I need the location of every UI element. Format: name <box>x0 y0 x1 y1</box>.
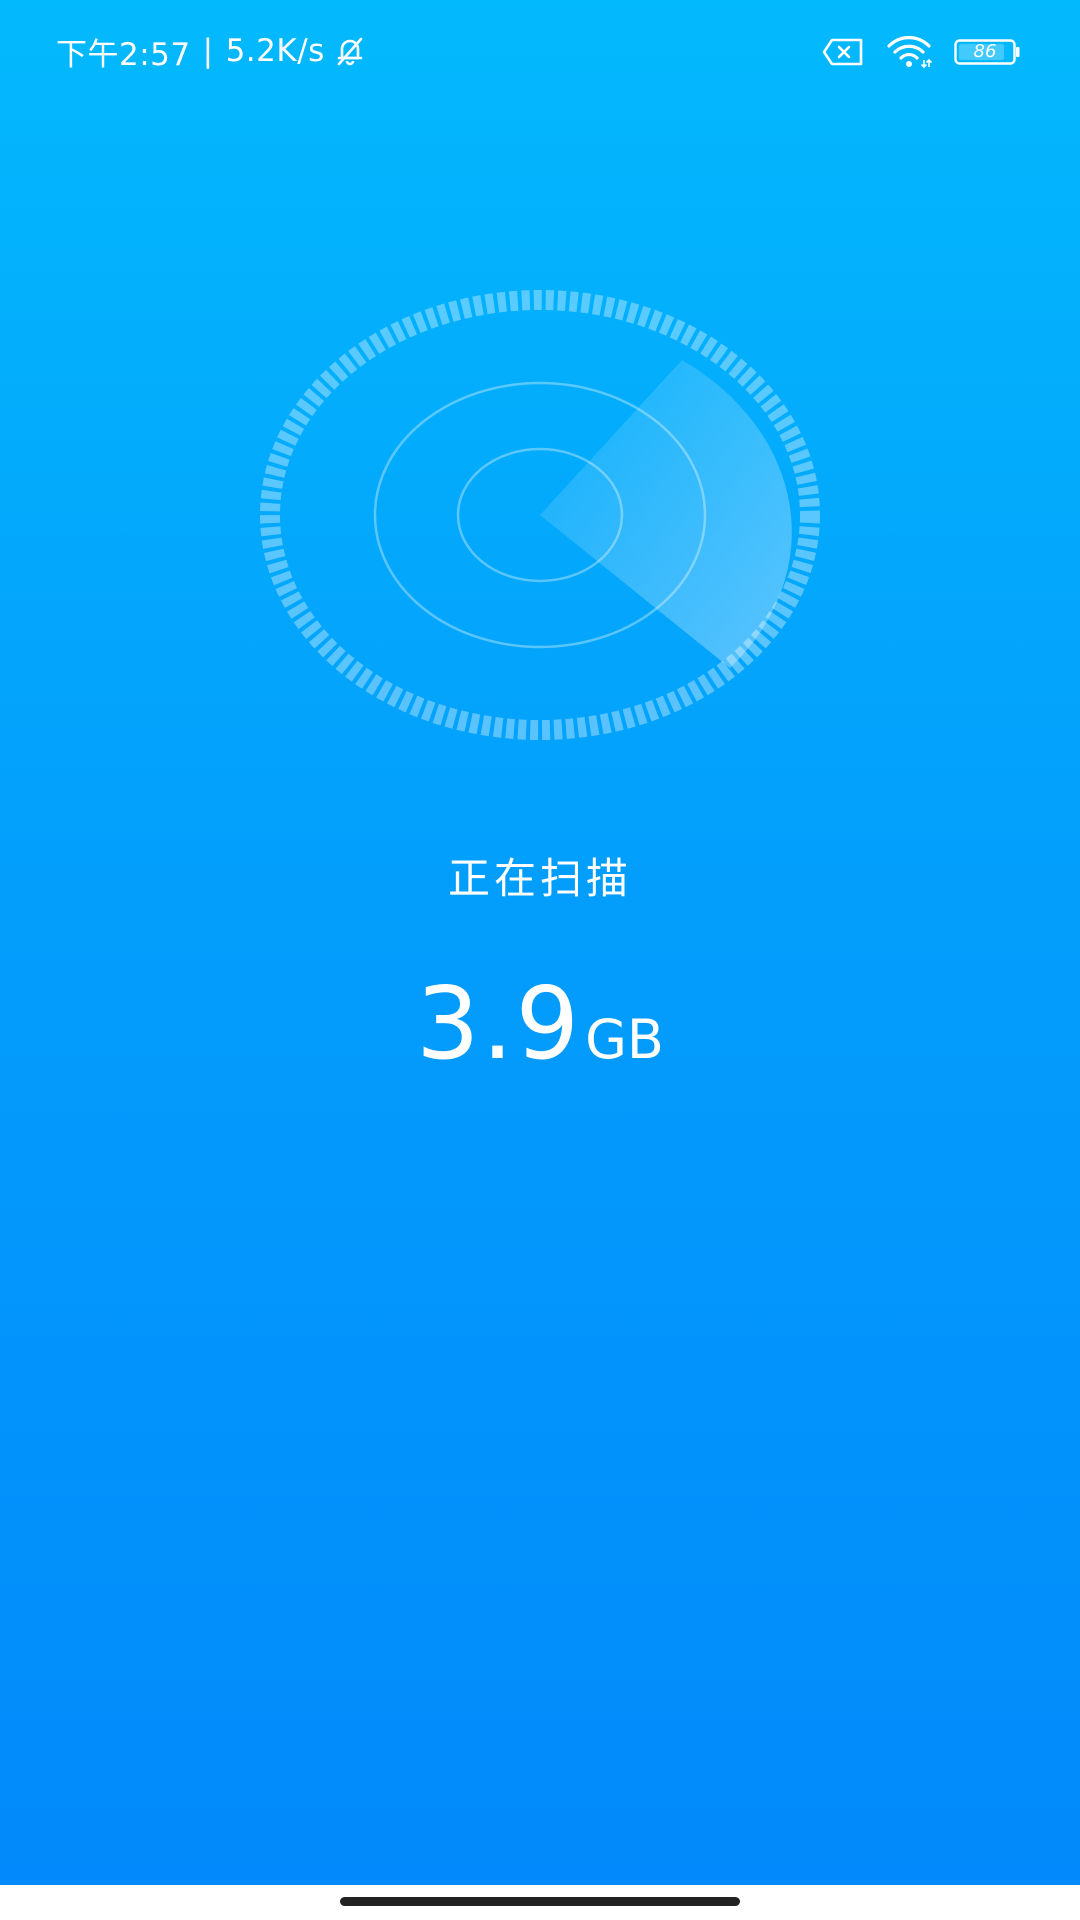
status-bar-right: 86 <box>822 32 1020 72</box>
scanned-size-unit: GB <box>585 1008 664 1071</box>
battery-level: 86 <box>973 41 997 62</box>
wifi-icon <box>886 36 932 68</box>
scanned-size: 3.9GB <box>0 965 1080 1082</box>
sim-missing-icon <box>822 38 864 66</box>
status-bar-left: 下午2:57 | 5.2K/s <box>56 30 367 73</box>
scanned-size-value: 3.9 <box>416 965 582 1082</box>
status-bar: 下午2:57 | 5.2K/s 86 <box>0 0 1080 100</box>
home-indicator[interactable] <box>340 1897 740 1906</box>
mute-bell-icon <box>333 34 367 68</box>
scan-status-text: 正在扫描 <box>447 854 632 903</box>
status-time: 下午2:57 <box>56 36 191 73</box>
radar-sweep <box>540 360 792 668</box>
network-speed: 5.2K/s <box>225 33 325 69</box>
battery-icon: 86 <box>954 39 1020 65</box>
scan-screen: 下午2:57 | 5.2K/s 86 正在扫描 3.9GB <box>0 0 1080 1885</box>
status-separator: | <box>202 33 214 69</box>
radar-scanner <box>260 290 820 740</box>
